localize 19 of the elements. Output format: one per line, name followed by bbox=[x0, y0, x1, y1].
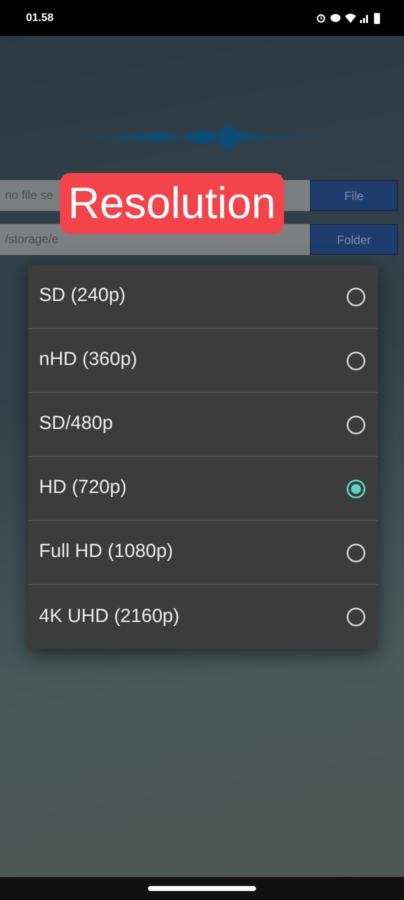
wifi-icon bbox=[345, 13, 356, 23]
radio-button[interactable] bbox=[346, 607, 366, 627]
radio-button[interactable] bbox=[346, 542, 366, 562]
home-handle[interactable] bbox=[148, 886, 256, 891]
signal-icon bbox=[360, 13, 370, 23]
resolution-option[interactable]: SD (240p) bbox=[28, 265, 378, 329]
radio-button[interactable] bbox=[346, 478, 366, 498]
status-time: 01.58 bbox=[26, 10, 54, 26]
radio-button[interactable] bbox=[346, 286, 366, 306]
resolution-option[interactable]: SD/480p bbox=[28, 393, 378, 457]
radio-button[interactable] bbox=[346, 350, 366, 370]
battery-icon bbox=[374, 12, 380, 24]
resolution-option[interactable]: Full HD (1080p) bbox=[28, 521, 378, 585]
resolution-option[interactable]: nHD (360p) bbox=[28, 329, 378, 393]
alarm-icon bbox=[316, 13, 326, 23]
resolution-toast: Resolution bbox=[60, 173, 284, 234]
radio-button[interactable] bbox=[346, 414, 366, 434]
resolution-option[interactable]: HD (720p) bbox=[28, 457, 378, 521]
resolution-option[interactable]: 4K UHD (2160p) bbox=[28, 585, 378, 649]
